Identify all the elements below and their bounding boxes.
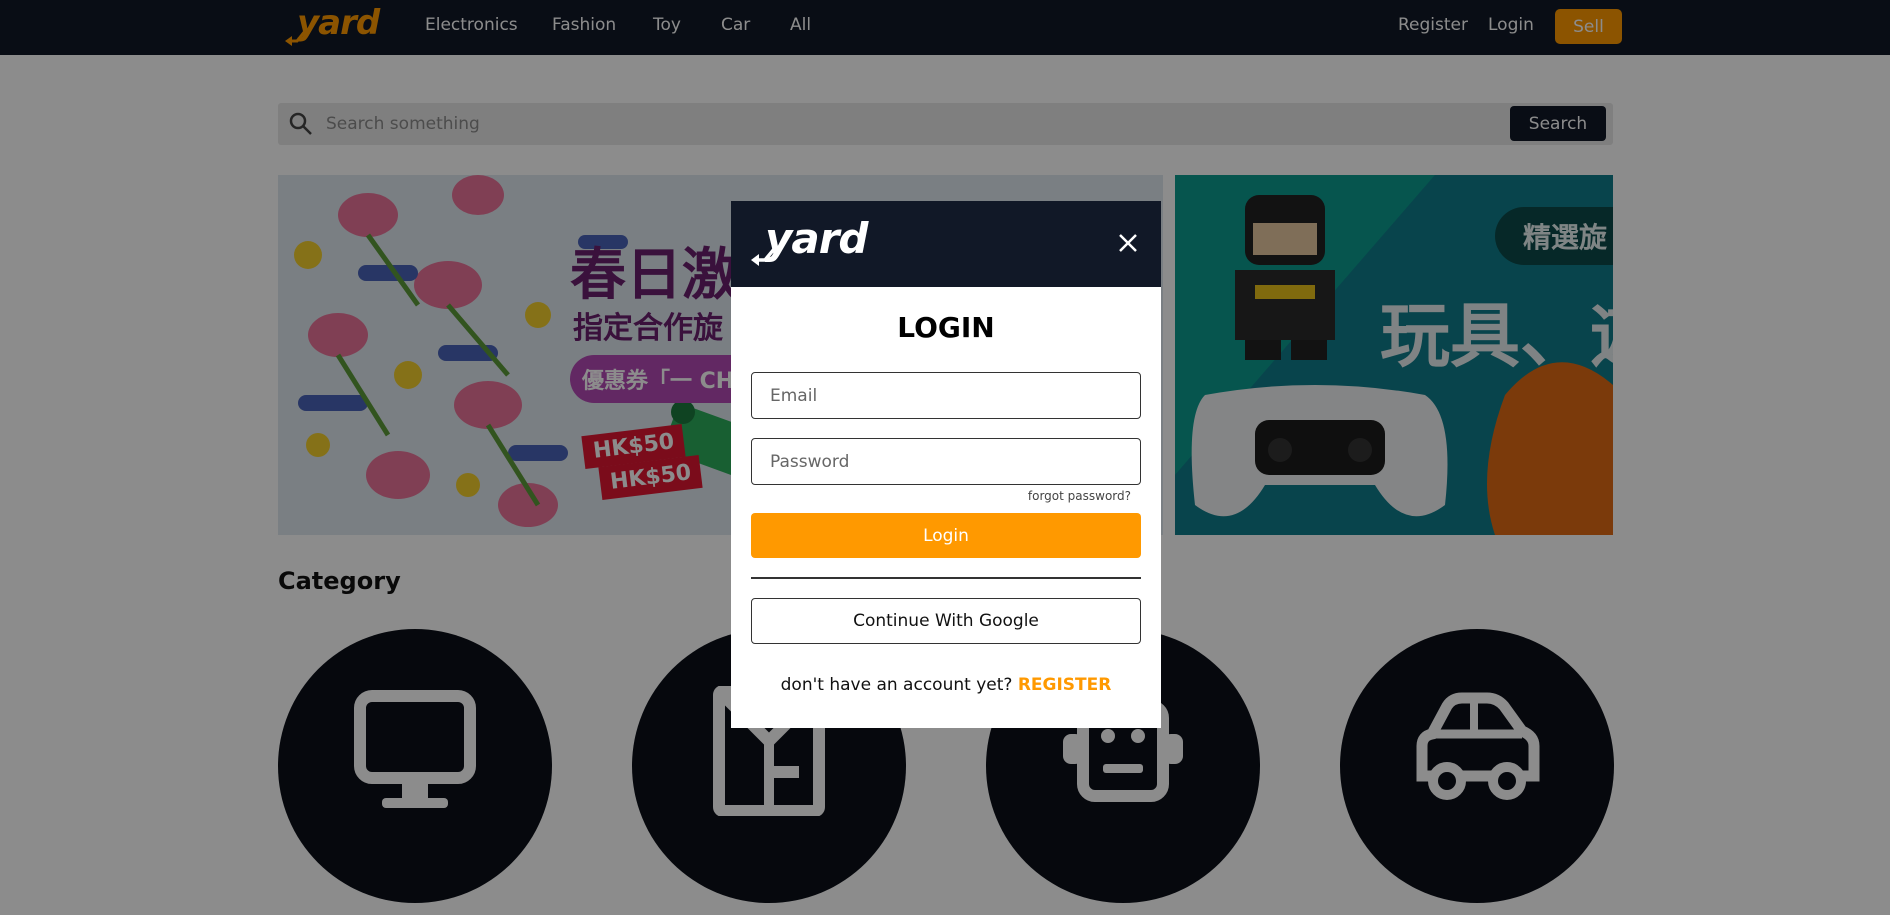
modal-header: yard <box>731 201 1161 287</box>
register-prompt: don't have an account yet? REGISTER <box>731 675 1161 695</box>
google-login-button[interactable]: Continue With Google <box>751 598 1141 644</box>
forgot-password-link[interactable]: forgot password? <box>931 489 1131 503</box>
modal-logo-text: yard <box>765 214 868 263</box>
login-button[interactable]: Login <box>751 513 1141 558</box>
login-modal: yard LOGIN forgot password? Login Contin… <box>731 201 1161 728</box>
email-field[interactable] <box>751 372 1141 419</box>
modal-logo: yard <box>751 214 881 270</box>
register-link[interactable]: REGISTER <box>1018 675 1112 695</box>
close-icon[interactable] <box>1114 229 1142 257</box>
register-prompt-text: don't have an account yet? <box>780 675 1013 695</box>
login-title: LOGIN <box>897 311 995 344</box>
divider <box>751 577 1141 579</box>
password-field[interactable] <box>751 438 1141 485</box>
